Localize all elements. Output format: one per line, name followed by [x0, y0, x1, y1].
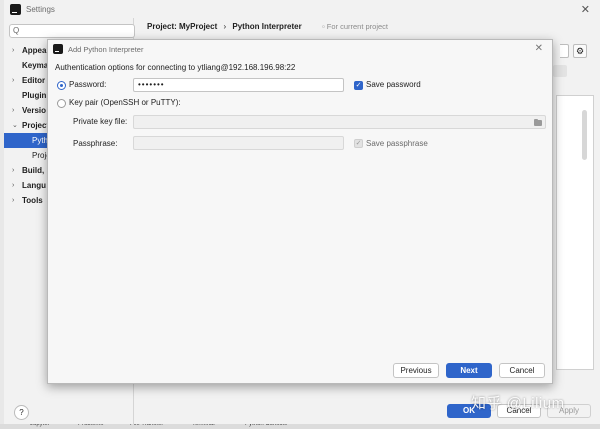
- gear-icon[interactable]: ⚙: [573, 44, 587, 58]
- sidebar-item-label: Appear: [22, 46, 50, 55]
- breadcrumb: Project: MyProject › Python Interpreter: [147, 22, 302, 31]
- tool-window-python-console[interactable]: Python Console: [245, 424, 287, 427]
- folder-icon[interactable]: [534, 119, 542, 126]
- sidebar-item-label: Keyma: [22, 61, 49, 70]
- sidebar-item-label: Langu: [22, 181, 46, 190]
- packages-table: [556, 95, 594, 370]
- search-icon: Q: [13, 26, 20, 35]
- settings-titlebar: Settings: [4, 0, 600, 18]
- chevron-icon[interactable]: ›: [12, 178, 14, 193]
- chevron-icon[interactable]: ›: [12, 163, 14, 178]
- sidebar-item-label: Pyth: [32, 136, 49, 145]
- chevron-icon[interactable]: ›: [12, 193, 14, 208]
- close-icon[interactable]: ✕: [535, 43, 543, 54]
- for-current-project-note: ▫ For current project: [322, 22, 388, 31]
- passphrase-field[interactable]: [133, 136, 344, 150]
- help-button[interactable]: ?: [14, 405, 29, 420]
- chevron-icon[interactable]: ›: [12, 103, 14, 118]
- pycharm-app-icon: [53, 44, 63, 54]
- tool-window-file-transfer[interactable]: File Transfer: [130, 424, 163, 427]
- pycharm-app-icon: [10, 3, 21, 15]
- save-passphrase-checkbox[interactable]: ✓: [354, 139, 363, 148]
- tool-window-terminal[interactable]: Terminal: [192, 424, 215, 427]
- cancel-button[interactable]: Cancel: [499, 363, 545, 378]
- passphrase-label: Passphrase:: [73, 139, 118, 148]
- next-button[interactable]: Next: [446, 363, 492, 378]
- sidebar-item-label: Versio: [22, 106, 47, 115]
- add-python-interpreter-dialog: Add Python Interpreter ✕ Authentication …: [47, 39, 553, 384]
- scrollbar[interactable]: [582, 110, 587, 160]
- for-current-project-label: For current project: [326, 22, 389, 31]
- breadcrumb-page: Python Interpreter: [232, 22, 302, 31]
- chevron-icon[interactable]: ⌄: [12, 118, 18, 133]
- save-password-label[interactable]: Save password: [366, 80, 421, 89]
- toolbar-button[interactable]: [553, 65, 567, 77]
- settings-close-icon[interactable]: ✕: [581, 3, 590, 16]
- sidebar-item-label: Project: [22, 121, 50, 130]
- settings-search-input[interactable]: Q: [9, 24, 135, 38]
- breadcrumb-separator: ›: [223, 22, 227, 31]
- keypair-radio[interactable]: [57, 99, 66, 108]
- sidebar-item-label: Tools: [22, 196, 43, 205]
- tool-window-problems[interactable]: Problems: [78, 424, 103, 427]
- breadcrumb-project[interactable]: Project: MyProject: [147, 22, 217, 31]
- password-field[interactable]: •••••••: [133, 78, 344, 92]
- sidebar-item-label: Editor: [22, 76, 46, 85]
- chevron-icon[interactable]: ›: [12, 43, 14, 58]
- tool-window-jupyter[interactable]: Jupyter: [30, 424, 50, 427]
- password-radio-label[interactable]: Password:: [69, 80, 106, 89]
- save-passphrase-label[interactable]: Save passphrase: [366, 139, 428, 148]
- auth-description: Authentication options for connecting to…: [55, 63, 296, 72]
- bottom-tool-bar: Jupyter Problems File Transfer Terminal Pyth…: [0, 424, 600, 429]
- previous-button[interactable]: Previous: [393, 363, 439, 378]
- dialog-titlebar: Add Python Interpreter: [48, 40, 552, 58]
- dialog-title: Add Python Interpreter: [68, 44, 144, 54]
- watermark: 知乎 @Lilium: [471, 395, 565, 412]
- settings-title: Settings: [26, 4, 55, 14]
- save-password-checkbox[interactable]: ✓: [354, 81, 363, 90]
- private-key-label: Private key file:: [73, 117, 128, 126]
- keypair-radio-label[interactable]: Key pair (OpenSSH or PuTTY):: [69, 98, 181, 107]
- interpreter-dropdown-arrow[interactable]: [560, 44, 569, 58]
- password-radio[interactable]: [57, 81, 66, 90]
- private-key-field[interactable]: [133, 115, 546, 129]
- chevron-icon[interactable]: ›: [12, 73, 14, 88]
